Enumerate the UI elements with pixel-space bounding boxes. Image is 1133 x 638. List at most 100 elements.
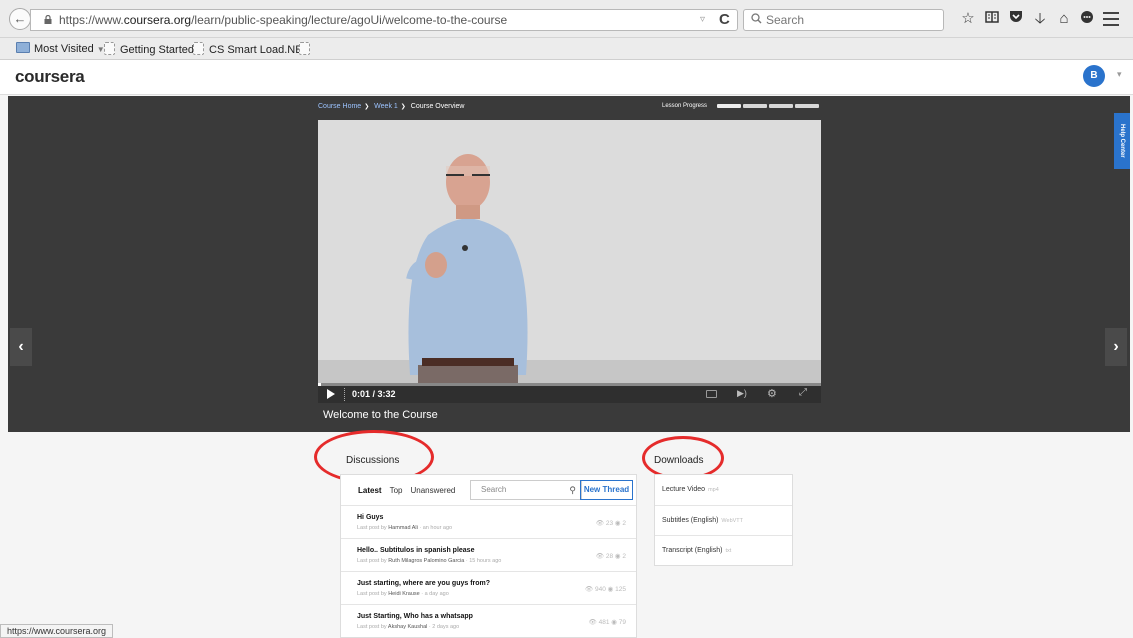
view-count: 28 (605, 553, 614, 560)
gear-icon[interactable]: ⚙ (767, 387, 777, 400)
lesson-progress-segment (795, 104, 819, 108)
eye-icon: 👁 (584, 586, 594, 593)
bookmark-empty[interactable] (299, 42, 315, 57)
reply-count: 2 (622, 553, 626, 560)
comment-icon: ◉ (614, 520, 621, 527)
download-lecture-video[interactable]: Lecture Video mp4 (655, 475, 792, 505)
breadcrumb-course-home[interactable]: Course Home (318, 103, 361, 110)
thread-stats: 👁 23 ◉ 2 (596, 519, 626, 527)
duration: 3:32 (377, 389, 396, 399)
thread-time: · 2 days ago (428, 624, 460, 630)
page-icon (104, 42, 115, 55)
captions-icon[interactable] (706, 390, 717, 398)
meta-prefix: Last post by (357, 591, 387, 597)
tab-top[interactable]: Top (390, 486, 403, 495)
status-url-tooltip: https://www.coursera.org (0, 624, 114, 638)
eye-icon: 👁 (595, 553, 605, 560)
back-arrow-icon[interactable]: ← (9, 8, 31, 30)
breadcrumb: Course Home ❯ Week 1 ❯ Course Overview (318, 103, 467, 110)
download-subtitles[interactable]: Subtitles (English) WebVTT (655, 505, 792, 535)
thread-time: · an hour ago (419, 525, 453, 531)
url-dropdown-icon[interactable]: ▿ (700, 10, 705, 30)
tab-unanswered[interactable]: Unanswered (410, 486, 455, 495)
video-frame (318, 120, 821, 403)
previous-item-button[interactable]: ‹ (10, 328, 32, 366)
downloads-panel: Lecture Video mp4 Subtitles (English) WebV… (654, 474, 793, 566)
download-label: Transcript (English) (662, 547, 723, 554)
search-icon[interactable]: ⚲ (569, 481, 576, 499)
new-thread-button[interactable]: New Thread (580, 480, 633, 500)
hamburger-menu-icon[interactable] (1103, 8, 1119, 28)
lock-icon (44, 15, 52, 24)
page-icon (299, 42, 310, 55)
breadcrumb-week[interactable]: Week 1 (374, 103, 398, 110)
pocket-icon[interactable] (1007, 10, 1025, 28)
thread-time: · 15 hours ago (465, 558, 502, 564)
chevron-right-icon: ❯ (400, 104, 406, 110)
bookmark-getting-started[interactable]: Getting Started (104, 42, 194, 57)
volume-icon[interactable]: ▶) (737, 388, 747, 399)
bookmark-cs-smart-load[interactable]: CS Smart Load.NET (193, 42, 309, 57)
thread-row[interactable]: Hello.. Subtitulos in spanish please Las… (341, 538, 636, 571)
fullscreen-icon[interactable]: ⤢ (799, 387, 807, 398)
url-path: /learn/public-speaking/lecture/agoUi/wel… (191, 13, 508, 27)
thread-row[interactable]: Hi Guys Last post by Hammad Ali · an hou… (341, 505, 636, 538)
url-field[interactable]: https://www.coursera.org/learn/public-sp… (30, 9, 738, 31)
page-icon (193, 42, 204, 55)
video-player[interactable]: 0:01 / 3:32 ▶) ⚙ ⤢ (318, 120, 821, 403)
download-format: txt (725, 548, 732, 554)
url-text: https://www.coursera.org/learn/public-sp… (59, 10, 507, 30)
lesson-progress-label: Lesson Progress (662, 103, 708, 109)
help-center-tab[interactable]: Help Center (1114, 113, 1130, 169)
thread-stats: 👁 28 ◉ 2 (596, 552, 626, 560)
thread-author: Hammad Ali (388, 525, 418, 531)
breadcrumb-current: Course Overview (410, 103, 465, 110)
reply-count: 125 (615, 586, 626, 593)
site-header: coursera B ▾ (0, 60, 1133, 95)
thread-author: Heidi Krause (388, 591, 420, 597)
thread-title[interactable]: Hello.. Subtitulos in spanish please (357, 547, 474, 554)
browser-search-placeholder: Search (766, 13, 805, 27)
download-format: WebVTT (721, 518, 744, 524)
bookmark-star-icon[interactable]: ☆ (959, 10, 977, 28)
bookmark-most-visited[interactable]: Most Visited ▼ (16, 42, 105, 57)
bookmarks-toolbar: Most Visited ▼ Getting Started CS Smart … (0, 38, 1133, 60)
coursera-logo[interactable]: coursera (15, 67, 85, 87)
browser-search-input[interactable]: Search (743, 9, 944, 31)
current-time: 0:01 (352, 389, 371, 399)
thread-title[interactable]: Just Starting, Who has a whatsapp (357, 613, 473, 620)
discussion-search-input[interactable]: Search ⚲ (470, 480, 582, 500)
download-format: mp4 (708, 487, 719, 493)
reply-count: 79 (618, 619, 626, 626)
comment-icon: ◉ (611, 619, 617, 626)
reading-list-icon[interactable] (983, 10, 1001, 28)
home-icon[interactable]: ⌂ (1055, 10, 1073, 28)
thread-title[interactable]: Hi Guys (357, 514, 383, 521)
thread-author: Akshay Kaushal (387, 624, 428, 630)
play-icon[interactable] (327, 389, 335, 399)
meta-prefix: Last post by (357, 558, 387, 564)
thread-row[interactable]: Just starting, where are you guys from? … (341, 571, 636, 604)
next-item-button[interactable]: › (1105, 328, 1127, 366)
comment-icon: ◉ (614, 553, 621, 560)
eye-icon: 👁 (588, 619, 597, 626)
thread-title[interactable]: Just starting, where are you guys from? (357, 580, 490, 587)
folder-icon (16, 42, 30, 53)
chevron-right-icon: ❯ (364, 104, 370, 110)
avatar[interactable]: B (1083, 65, 1105, 87)
discussion-tabs: Latest Top Unanswered (358, 486, 463, 495)
chevron-down-icon[interactable]: ▾ (1117, 69, 1122, 80)
download-transcript[interactable]: Transcript (English) txt (655, 535, 792, 565)
thread-time: · a day ago (421, 591, 449, 597)
thread-row[interactable]: Just Starting, Who has a whatsapp Last p… (341, 604, 636, 637)
thread-author: Ruth Milagros Palomino Garcia (388, 558, 465, 564)
chat-icon[interactable] (1078, 10, 1096, 28)
search-icon (751, 13, 762, 24)
download-icon[interactable]: 🡣 (1031, 10, 1049, 28)
tab-latest[interactable]: Latest (358, 486, 382, 495)
reload-icon[interactable]: C (719, 10, 730, 30)
comment-icon: ◉ (607, 586, 614, 593)
view-count: 23 (605, 520, 614, 527)
video-time: 0:01 / 3:32 (352, 389, 396, 399)
discussion-search-placeholder: Search (481, 485, 507, 494)
